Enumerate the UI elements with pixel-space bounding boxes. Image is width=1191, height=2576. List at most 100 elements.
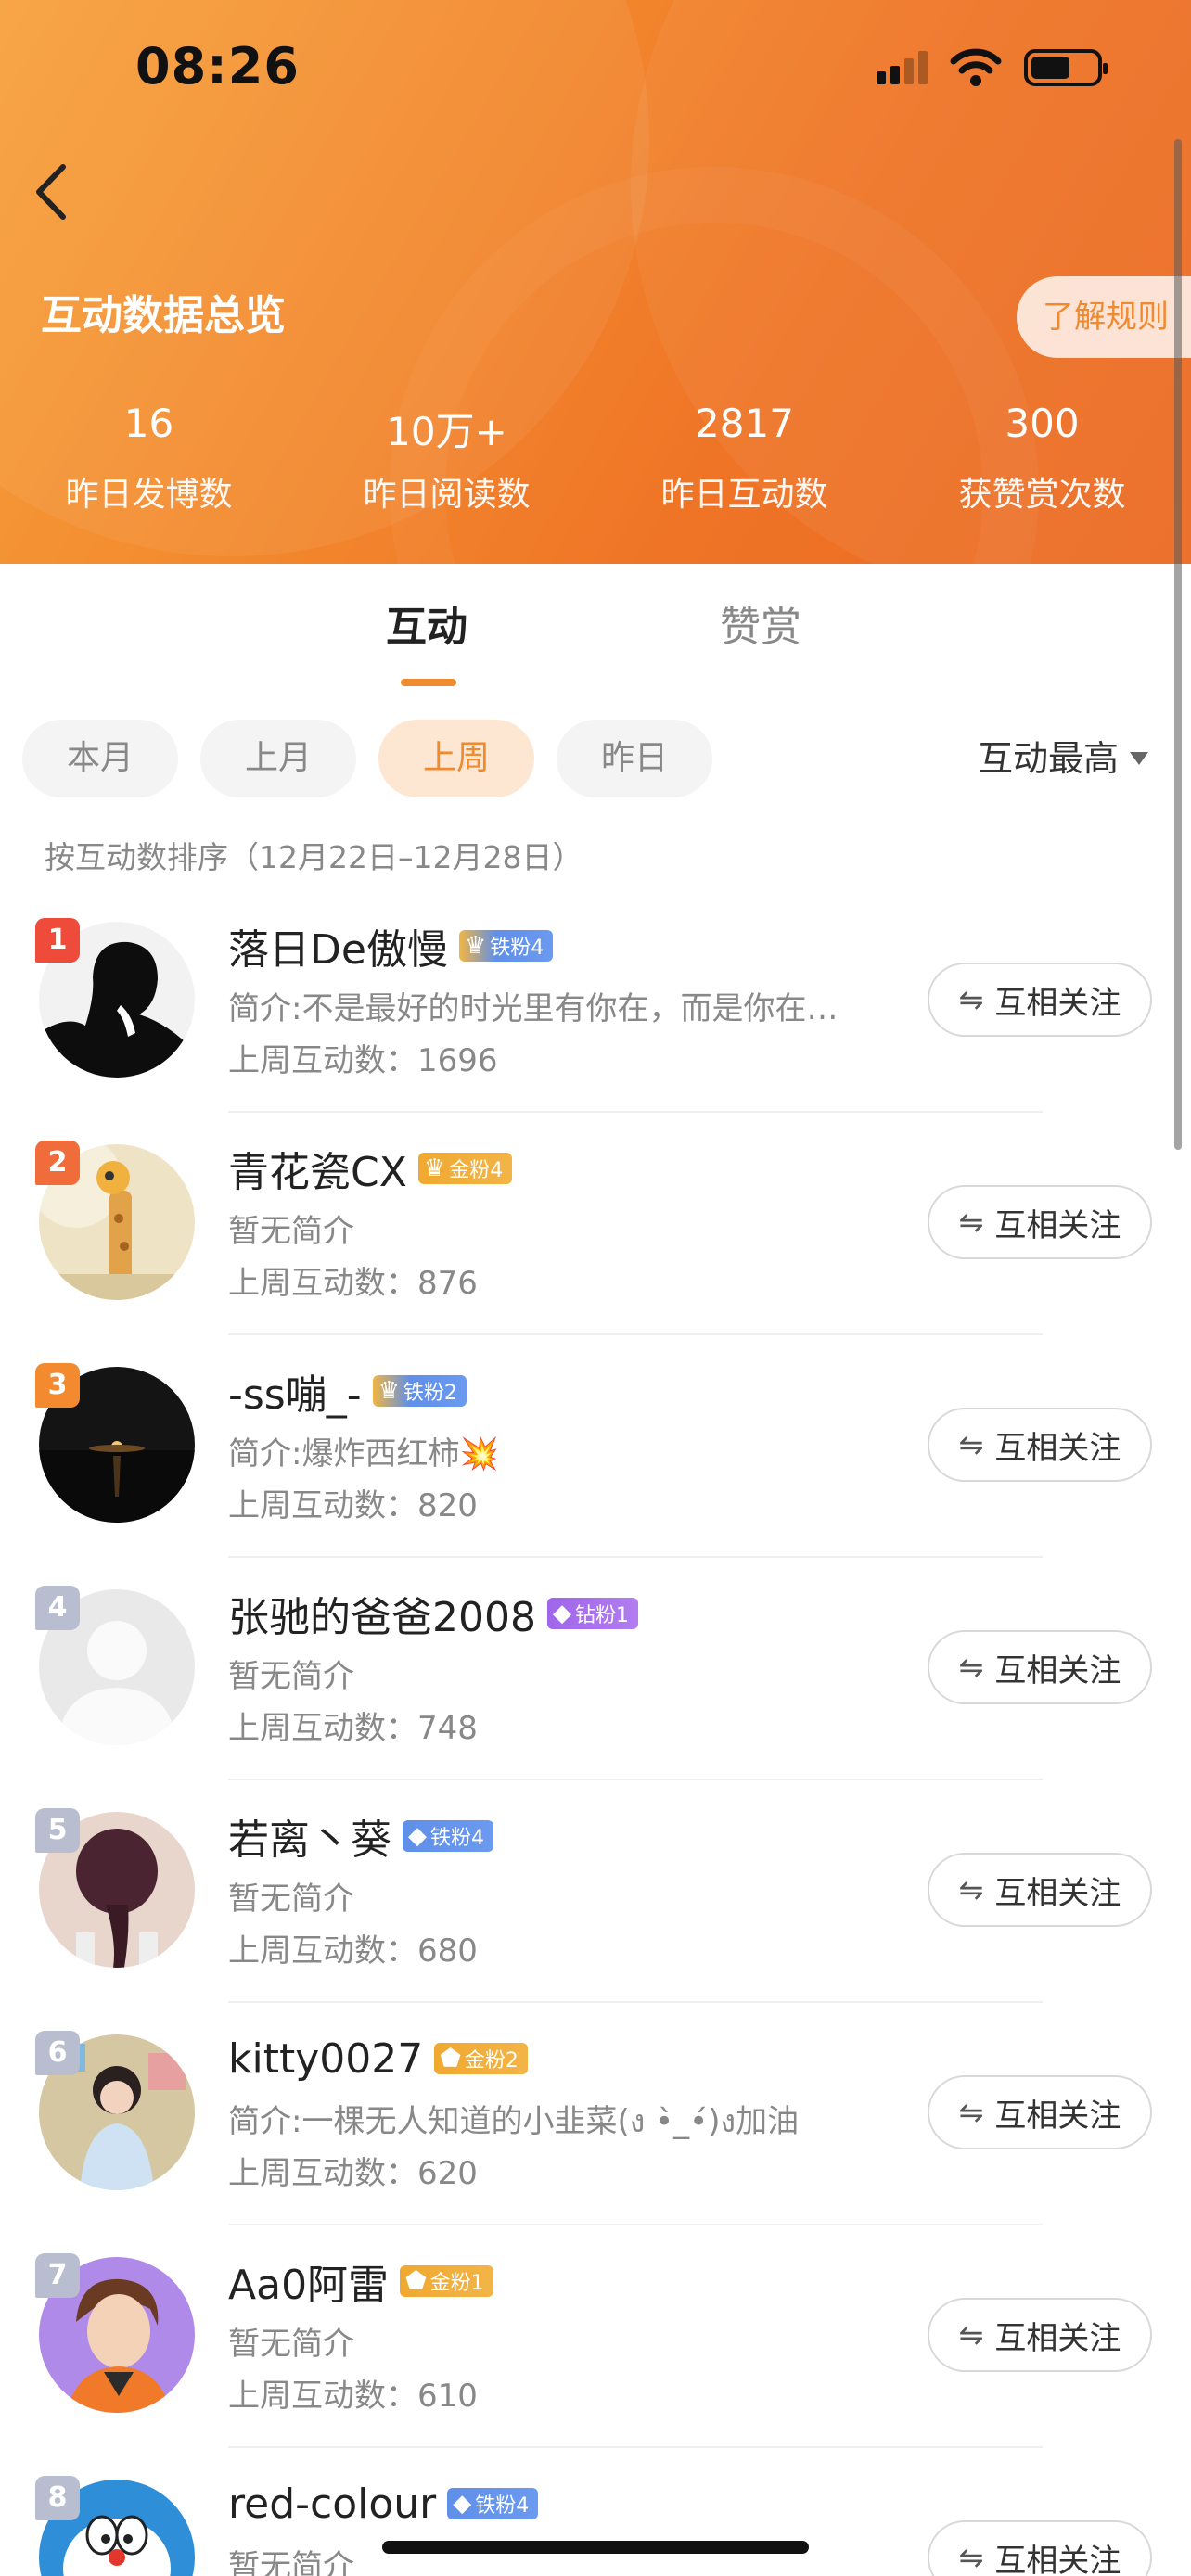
follow-label: 互相关注 — [994, 1429, 1121, 1467]
fan-badge: ♛ 铁粉2 — [372, 1375, 467, 1407]
follow-label: 互相关注 — [994, 2542, 1121, 2576]
fan-badge-label: 铁粉4 — [475, 2494, 530, 2518]
list-item[interactable]: 8 red-colour ◆ 铁粉4 暂无简介 ⇋ 互相关注 — [0, 2448, 1191, 2576]
wifi-icon — [950, 48, 1002, 86]
user-bio: 暂无简介 — [228, 1658, 354, 1695]
battery-icon — [1024, 49, 1108, 86]
fan-badge-label: 金粉1 — [429, 2272, 484, 2295]
mutual-arrows-icon: ⇋ — [958, 1872, 984, 1907]
list-item[interactable]: 1 落日De傲慢 ♛ 铁粉4 简介:不是最好的时光里有你在，而是你在… 上周互动… — [0, 890, 1191, 1113]
fan-badge-label: 铁粉2 — [403, 1382, 457, 1405]
user-name[interactable]: 落日De傲慢 — [228, 916, 448, 976]
mutual-arrows-icon: ⇋ — [958, 1427, 984, 1462]
mutual-follow-button[interactable]: ⇋ 互相关注 — [928, 1853, 1152, 1927]
sort-description: 按互动数排序（12月22日–12月28日） — [45, 839, 583, 875]
stat-label: 获赞赏次数 — [958, 476, 1126, 514]
interaction-count: 上周互动数：620 — [228, 2155, 478, 2192]
back-arrow-icon[interactable] — [28, 159, 74, 224]
filter-last-month[interactable]: 上月 — [200, 720, 356, 797]
list-item[interactable]: 6 kitty0027 ⬟ 金粉2 简介:一棵无人知道的小韭菜(ง •̀_•́)… — [0, 2003, 1191, 2225]
diamond-icon: ◆ — [453, 2490, 472, 2518]
pentagon-icon: ⬟ — [405, 2267, 427, 2295]
list-item[interactable]: 4 张驰的爸爸2008 ◆ 钻粉1 暂无简介 上周互动数：748 ⇋ 互相关注 — [0, 1558, 1191, 1780]
tab-active-indicator — [401, 679, 456, 686]
tab-rewards[interactable]: 赞赏 — [720, 593, 801, 653]
user-bio: 简介:一棵无人知道的小韭菜(ง •̀_•́)ง加油 — [228, 2103, 800, 2140]
mutual-follow-button[interactable]: ⇋ 互相关注 — [928, 1185, 1152, 1259]
crown-icon: ♛ — [378, 1377, 400, 1405]
sort-label: 互动最高 — [977, 738, 1119, 779]
tab-interaction[interactable]: 互动 — [386, 593, 467, 653]
stat-value: 10万+ — [386, 409, 507, 454]
list-item[interactable]: 5 若离丶葵 ◆ 铁粉4 暂无简介 上周互动数：680 ⇋ 互相关注 — [0, 1780, 1191, 2003]
filter-last-week[interactable]: 上周 — [378, 720, 534, 797]
stats-row: 16 昨日发博数 10万+ 昨日阅读数 2817 昨日互动数 300 获赞赏次数 — [0, 401, 1191, 516]
stat-reads: 10万+ 昨日阅读数 — [298, 401, 596, 516]
sort-dropdown[interactable]: 互动最高 — [978, 720, 1148, 797]
mutual-follow-button[interactable]: ⇋ 互相关注 — [928, 2298, 1152, 2372]
avatar[interactable]: 7 — [35, 2253, 195, 2413]
user-bio: 暂无简介 — [228, 1881, 354, 1918]
fan-badge: ◆ 钻粉1 — [546, 1598, 638, 1629]
diamond-icon: ◆ — [408, 1822, 427, 1850]
interaction-count: 上周互动数：680 — [228, 1932, 478, 1970]
mutual-follow-button[interactable]: ⇋ 互相关注 — [928, 1408, 1152, 1482]
rank-badge: 7 — [35, 2253, 80, 2298]
stat-value: 2817 — [695, 401, 794, 446]
mutual-follow-button[interactable]: ⇋ 互相关注 — [928, 2520, 1152, 2576]
crown-icon: ♛ — [423, 1154, 446, 1182]
filter-yesterday[interactable]: 昨日 — [557, 720, 712, 797]
mutual-arrows-icon: ⇋ — [958, 2317, 984, 2353]
diamond-icon: ◆ — [552, 1600, 571, 1627]
avatar[interactable]: 3 — [35, 1363, 195, 1523]
mutual-follow-button[interactable]: ⇋ 互相关注 — [928, 1630, 1152, 1704]
stat-posts: 16 昨日发博数 — [0, 401, 298, 516]
crown-icon: ♛ — [464, 932, 487, 960]
fan-badge: ◆ 铁粉4 — [447, 2488, 539, 2519]
fan-badge-label: 钻粉1 — [574, 1604, 629, 1627]
list-item[interactable]: 7 Aa0阿雷 ⬟ 金粉1 暂无简介 上周互动数：610 ⇋ 互相关注 — [0, 2225, 1191, 2448]
user-bio: 暂无简介 — [228, 2326, 354, 2363]
status-icons — [877, 48, 1108, 87]
pentagon-icon: ⬟ — [440, 2045, 461, 2072]
user-name[interactable]: red-colour — [228, 2480, 436, 2528]
user-bio: 简介:爆炸西红柿💥 — [228, 1435, 499, 1473]
filter-this-month[interactable]: 本月 — [22, 720, 178, 797]
user-name[interactable]: Aa0阿雷 — [228, 2251, 389, 2311]
avatar[interactable]: 8 — [35, 2476, 195, 2576]
user-name[interactable]: 张驰的爸爸2008 — [228, 1584, 536, 1643]
mutual-follow-button[interactable]: ⇋ 互相关注 — [928, 2075, 1152, 2149]
cellular-signal-icon — [877, 51, 928, 84]
fan-badge: ◆ 铁粉4 — [403, 1820, 493, 1852]
avatar[interactable]: 2 — [35, 1141, 195, 1300]
avatar[interactable]: 6 — [35, 2031, 195, 2190]
rules-button[interactable]: 了解规则 — [1017, 276, 1191, 358]
name-line: 张驰的爸爸2008 ◆ 钻粉1 — [228, 1586, 638, 1641]
list-item[interactable]: 3 -ss嘣_- ♛ 铁粉2 简介:爆炸西红柿💥 上周互动数：820 ⇋ 互相关… — [0, 1335, 1191, 1558]
name-line: Aa0阿雷 ⬟ 金粉1 — [228, 2253, 493, 2309]
name-line: 若离丶葵 ◆ 铁粉4 — [228, 1808, 493, 1864]
rank-badge: 3 — [35, 1363, 80, 1408]
fan-badge-label: 金粉2 — [464, 2049, 519, 2072]
avatar[interactable]: 4 — [35, 1586, 195, 1745]
avatar[interactable]: 5 — [35, 1808, 195, 1968]
user-bio: 暂无简介 — [228, 1213, 354, 1250]
interaction-count: 上周互动数：820 — [228, 1487, 478, 1524]
avatar[interactable]: 1 — [35, 918, 195, 1078]
user-name[interactable]: kitty0027 — [228, 2035, 423, 2083]
name-line: red-colour ◆ 铁粉4 — [228, 2476, 539, 2531]
user-name[interactable]: 青花瓷CX — [228, 1139, 407, 1198]
user-name[interactable]: 若离丶葵 — [228, 1806, 391, 1866]
list-item[interactable]: 2 青花瓷CX ♛ 金粉4 暂无简介 上周互动数：876 ⇋ 互相关注 — [0, 1113, 1191, 1335]
status-time: 08:26 — [135, 37, 300, 96]
stat-label: 昨日发博数 — [65, 476, 233, 514]
interaction-count: 上周互动数：1696 — [228, 1042, 498, 1079]
mutual-arrows-icon: ⇋ — [958, 1650, 984, 1685]
header-banner: 08:26 互动数据总览 了解规则 16 昨日发博数 10万+ 昨日阅读数 28… — [0, 0, 1191, 564]
name-line: 青花瓷CX ♛ 金粉4 — [228, 1139, 513, 1198]
user-name[interactable]: -ss嘣_- — [228, 1361, 362, 1421]
home-indicator[interactable] — [382, 2541, 809, 2554]
mutual-follow-button[interactable]: ⇋ 互相关注 — [928, 963, 1152, 1037]
stat-label: 昨日互动数 — [660, 476, 828, 514]
fan-badge-label: 金粉4 — [449, 1159, 504, 1182]
